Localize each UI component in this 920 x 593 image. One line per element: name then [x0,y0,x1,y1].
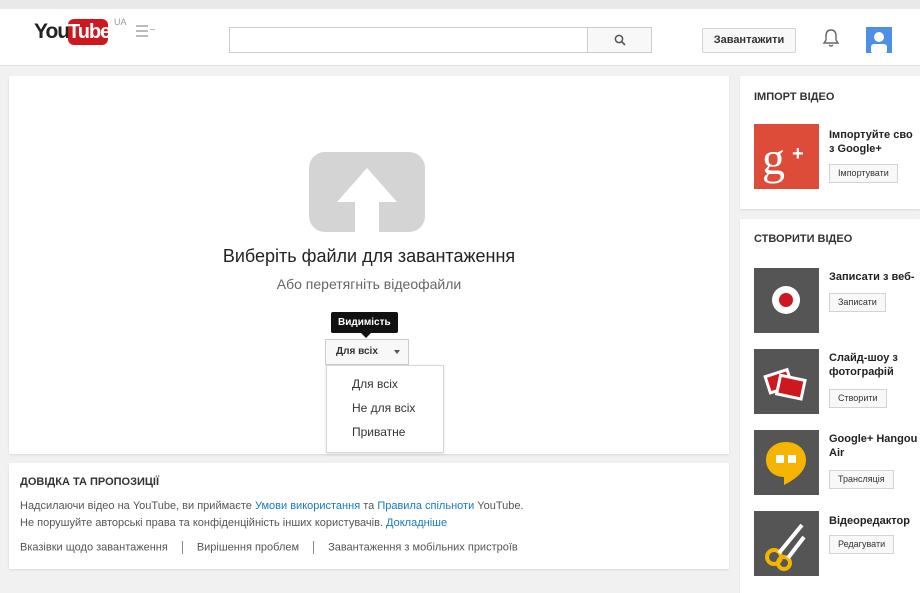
upload-arrow-icon[interactable] [309,152,425,232]
import-label-line2: з Google+ [829,143,882,155]
import-google-plus-label: Імпортуйте сво з Google+ [829,128,920,156]
svg-text:+: + [792,143,804,165]
video-editor-label: Відеоредактор [829,515,910,527]
mobile-uploads-link[interactable]: Завантаження з мобільних пристроїв [328,541,518,553]
help-links: Вказівки щодо завантаження Вирішення проб… [20,541,518,554]
upload-guidelines-link[interactable]: Вказівки щодо завантаження [20,541,168,553]
record-icon[interactable] [754,268,819,333]
privacy-option-private[interactable]: Приватне [352,425,405,439]
privacy-option-unlisted[interactable]: Не для всіх [352,401,415,415]
chevron-down-icon [394,350,400,354]
search-button[interactable] [587,27,652,53]
avatar[interactable] [866,27,892,53]
troubleshooting-link[interactable]: Вирішення проблем [197,541,299,553]
import-label-line1: Імпортуйте сво [829,129,913,141]
bell-icon[interactable] [822,28,840,48]
record-button[interactable]: Записати [829,293,886,312]
link-separator [313,541,315,554]
help-title: ДОВІДКА ТА ПРОПОЗИЦІЇ [20,476,160,488]
help-line1-suffix: YouTube. [474,500,524,512]
slideshow-label-line1: Слайд-шоу з [829,352,898,364]
help-copyright-line: Не порушуйте авторські права та конфіден… [20,517,447,529]
user-avatar-icon [871,32,887,53]
link-separator [181,541,183,554]
upload-button[interactable]: Завантажити [702,28,796,53]
hangouts-on-air-label: Google+ Hangou Air [829,432,920,460]
import-button[interactable]: Імпортувати [829,164,898,183]
select-files-title: Виберіть файли для завантаження [222,246,516,266]
scissors-icon[interactable] [754,511,819,576]
privacy-dropdown-button[interactable]: Для всіх [325,339,409,365]
logo-tube-text: Tube [68,19,111,45]
hangouts-label-line2: Air [829,447,845,459]
help-terms-line: Надсилаючи відео на YouTube, ви приймаєт… [20,500,524,512]
webcam-record-label: Записати з веб- [829,271,915,283]
logo-region-label: UA [114,17,127,27]
visibility-tooltip: Видимість [331,312,398,333]
guide-menu-icon[interactable] [136,24,158,38]
create-video-title: СТВОРИТИ ВІДЕО [754,233,853,245]
privacy-option-public[interactable]: Для всіх [352,377,398,391]
import-video-title: ІМПОРТ ВІДЕО [754,91,835,103]
google-plus-icon[interactable]: g + [754,124,819,189]
help-line2-text: Не порушуйте авторські права та конфіден… [20,517,387,529]
privacy-dropdown-menu: Для всіх Не для всіх Приватне [326,365,444,453]
photo-slideshow-label: Слайд-шоу з фотографій [829,351,920,379]
edit-button[interactable]: Редагувати [829,535,895,554]
community-guidelines-link[interactable]: Правила спільноти [377,500,474,512]
broadcast-button[interactable]: Трансляція [829,470,894,489]
create-slideshow-button[interactable]: Створити [829,389,887,408]
privacy-selected-label: Для всіх [336,346,378,357]
logo-you-text: You [34,20,70,43]
search-icon [614,34,626,46]
top-strip [0,0,920,9]
hangouts-label-line1: Google+ Hangou [829,433,918,445]
slideshow-label-line2: фотографій [829,366,894,378]
drag-files-subtitle: Або перетягніть відеофайли [276,276,462,292]
help-line1-mid: та [360,500,378,512]
hangouts-icon[interactable] [754,430,819,495]
tooltip-arrow [361,333,371,338]
learn-more-link[interactable]: Докладніше [386,517,447,529]
help-line1-prefix: Надсилаючи відео на YouTube, ви приймаєт… [20,500,255,512]
search-input[interactable] [229,27,649,53]
svg-text:g: g [762,133,785,184]
terms-link[interactable]: Умови використання [255,500,360,512]
photo-slideshow-icon[interactable] [754,349,819,414]
